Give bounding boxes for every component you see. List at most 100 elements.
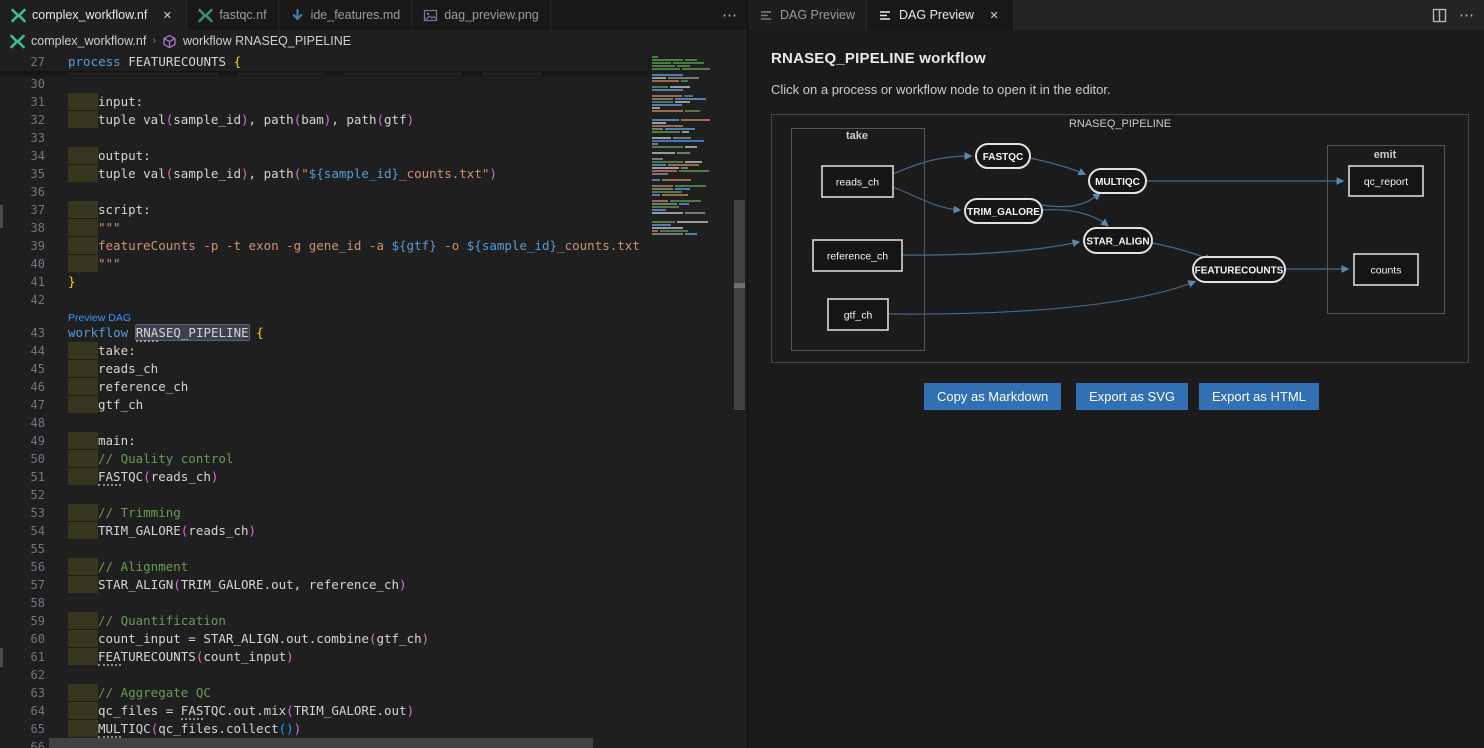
- minimap[interactable]: [648, 52, 733, 748]
- code-line-60[interactable]: 60count_input = STAR_ALIGN.out.combine(g…: [0, 630, 648, 648]
- split-editor-icon[interactable]: [1432, 8, 1447, 23]
- code-line-39[interactable]: 39featureCounts -p -t exon -g gene_id -a…: [0, 237, 648, 255]
- code-line-57[interactable]: 57STAR_ALIGN(TRIM_GALORE.out, reference_…: [0, 576, 648, 594]
- code-line-47[interactable]: 47gtf_ch: [0, 396, 648, 414]
- copy-as-markdown-button[interactable]: Copy as Markdown: [924, 383, 1061, 410]
- minimap-line: [652, 200, 733, 202]
- tab-fastqc-nf[interactable]: fastqc.nf: [187, 0, 278, 30]
- minimap-line: [652, 137, 733, 139]
- code-text: // Alignment: [68, 558, 188, 576]
- minimap-line: [652, 185, 733, 187]
- close-icon[interactable]: ✕: [159, 9, 175, 22]
- horizontal-scrollbar[interactable]: [0, 738, 648, 748]
- code-line-40[interactable]: 40""": [0, 255, 648, 273]
- code-line-52[interactable]: 52: [0, 486, 648, 504]
- code-line-59[interactable]: 59// Quantification: [0, 612, 648, 630]
- code-line-31[interactable]: 31input:: [0, 93, 648, 111]
- tab-complex-workflow-nf[interactable]: complex_workflow.nf✕: [0, 0, 187, 30]
- code-text: }: [68, 273, 76, 291]
- close-icon[interactable]: ✕: [986, 9, 1002, 22]
- line-number: 47: [0, 398, 45, 412]
- more-actions-icon[interactable]: ⋯: [722, 6, 737, 24]
- code-line-55[interactable]: 55: [0, 540, 648, 558]
- code-line-35[interactable]: 35tuple val(sample_id), path("${sample_i…: [0, 165, 648, 183]
- vertical-scrollbar-thumb[interactable]: [734, 200, 745, 410]
- code-text: FASTQC(reads_ch): [68, 468, 218, 486]
- line-number: 55: [0, 542, 45, 556]
- sticky-scroll-line[interactable]: 27 process FEATURECOUNTS {: [0, 52, 648, 71]
- breadcrumb-symbol[interactable]: workflow RNASEQ_PIPELINE: [183, 34, 351, 48]
- dag-node-label-FEATURECOUNTS[interactable]: FEATURECOUNTS: [1195, 265, 1284, 276]
- code-line-36[interactable]: 36: [0, 183, 648, 201]
- code-line-38[interactable]: 38""": [0, 219, 648, 237]
- code-editor[interactable]: 3031input:32tuple val(sample_id), path(b…: [0, 52, 747, 748]
- vertical-scrollbar[interactable]: [733, 52, 746, 748]
- code-text: script:: [68, 201, 151, 219]
- export-as-html-button[interactable]: Export as HTML: [1199, 383, 1319, 410]
- code-line-30[interactable]: 30: [0, 75, 648, 93]
- minimap-line: [652, 230, 733, 232]
- dag-node-label-STAR_ALIGN[interactable]: STAR_ALIGN: [1086, 236, 1149, 247]
- dag-node-label-reads_ch[interactable]: reads_ch: [836, 177, 879, 189]
- minimap-line: [652, 206, 733, 208]
- code-line-53[interactable]: 53// Trimming: [0, 504, 648, 522]
- code-line-37[interactable]: 37script:: [0, 201, 648, 219]
- code-line-56[interactable]: 56// Alignment: [0, 558, 648, 576]
- code-line-64[interactable]: 64qc_files = FASTQC.out.mix(TRIM_GALORE.…: [0, 702, 648, 720]
- dag-node-label-MULTIQC[interactable]: MULTIQC: [1095, 177, 1140, 188]
- dag-node-label-reference_ch[interactable]: reference_ch: [827, 251, 888, 263]
- code-line-58[interactable]: 58: [0, 594, 648, 612]
- breadcrumb-file[interactable]: complex_workflow.nf: [31, 34, 146, 48]
- code-line-65[interactable]: 65MULTIQC(qc_files.collect()): [0, 720, 648, 738]
- panel-tab-dag-preview[interactable]: DAG Preview: [748, 0, 867, 30]
- code-line-54[interactable]: 54TRIM_GALORE(reads_ch): [0, 522, 648, 540]
- code-line-51[interactable]: 51FASTQC(reads_ch): [0, 468, 648, 486]
- tab-ide-features-md[interactable]: ide_features.md: [279, 0, 413, 30]
- code-line-49[interactable]: 49main:: [0, 432, 648, 450]
- code-line-41[interactable]: 41}: [0, 273, 648, 291]
- code-line-42[interactable]: 42: [0, 291, 648, 309]
- code-line-44[interactable]: 44take:: [0, 342, 648, 360]
- code-line-32[interactable]: 32tuple val(sample_id), path(bam), path(…: [0, 111, 648, 129]
- dag-node-label-TRIM_GALORE[interactable]: TRIM_GALORE: [967, 207, 1040, 218]
- code-line-61[interactable]: 61FEATURECOUNTS(count_input): [0, 648, 648, 666]
- list-icon: [878, 8, 893, 23]
- partially-scrolled-line: [0, 71, 648, 76]
- more-actions-icon[interactable]: ⋯: [1459, 6, 1474, 24]
- code-line-43[interactable]: 43workflow RNASEQ_PIPELINE {: [0, 324, 648, 342]
- tab-label: fastqc.nf: [219, 8, 266, 22]
- preview-dag-link[interactable]: Preview DAG: [68, 312, 131, 324]
- minimap-line: [652, 149, 733, 151]
- tab-dag-preview-png[interactable]: dag_preview.png: [412, 0, 551, 30]
- line-number: 61: [0, 650, 45, 664]
- panel-tab-dag-preview[interactable]: DAG Preview ✕: [867, 0, 1014, 30]
- minimap-line: [652, 182, 733, 184]
- horizontal-scrollbar-thumb[interactable]: [49, 738, 593, 748]
- minimap-line: [652, 119, 733, 121]
- tab-label: DAG Preview: [899, 8, 974, 22]
- dag-node-label-counts[interactable]: counts: [1371, 265, 1402, 277]
- line-number: 35: [0, 167, 45, 181]
- list-icon: [759, 8, 774, 23]
- minimap-line: [652, 197, 733, 199]
- minimap-line: [652, 74, 733, 76]
- export-as-svg-button[interactable]: Export as SVG: [1076, 383, 1188, 410]
- dag-edge-reads_ch-to-FASTQC: [893, 156, 970, 174]
- code-line-48[interactable]: 48: [0, 414, 648, 432]
- code-line-63[interactable]: 63// Aggregate QC: [0, 684, 648, 702]
- code-line-62[interactable]: 62: [0, 666, 648, 684]
- editor-group: complex_workflow.nf✕fastqc.nfide_feature…: [0, 0, 747, 748]
- dag-cluster-label-take: take: [846, 130, 868, 142]
- code-line-34[interactable]: 34output:: [0, 147, 648, 165]
- minimap-line: [652, 98, 733, 100]
- dag-node-label-FASTQC[interactable]: FASTQC: [983, 152, 1024, 163]
- dag-node-label-gtf_ch[interactable]: gtf_ch: [844, 310, 873, 322]
- minimap-line: [652, 158, 733, 160]
- code-line-33[interactable]: 33: [0, 129, 648, 147]
- code-line-45[interactable]: 45reads_ch: [0, 360, 648, 378]
- minimap-line: [652, 221, 733, 223]
- dag-node-label-qc_report[interactable]: qc_report: [1364, 176, 1408, 188]
- minimap-line: [652, 176, 733, 178]
- code-line-46[interactable]: 46reference_ch: [0, 378, 648, 396]
- code-line-50[interactable]: 50// Quality control: [0, 450, 648, 468]
